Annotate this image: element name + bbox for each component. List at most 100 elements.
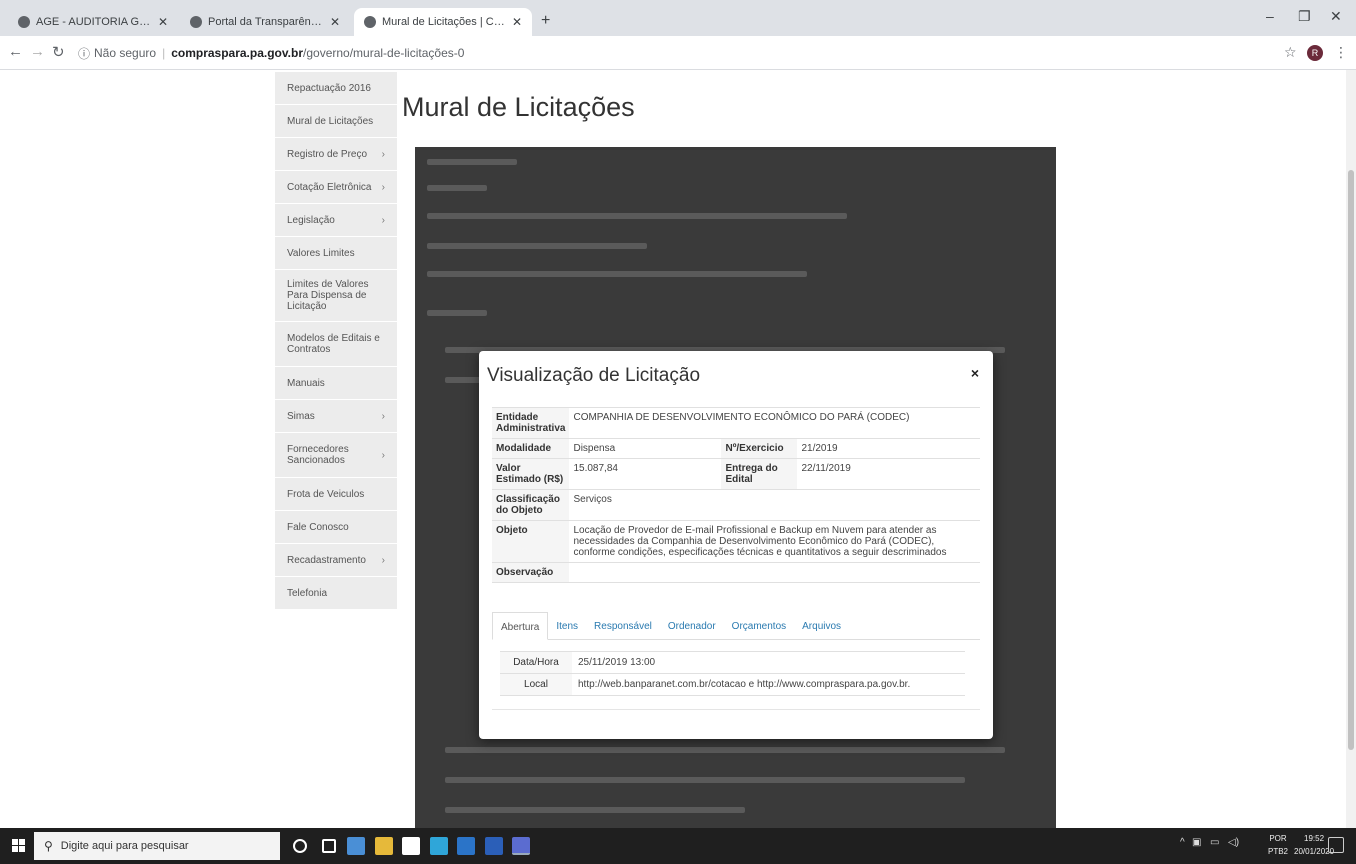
chevron-right-icon: › bbox=[381, 148, 385, 160]
window-close-icon[interactable]: ✕ bbox=[1330, 8, 1342, 25]
classificacao-value: Serviços bbox=[569, 489, 980, 521]
windows-start-icon[interactable] bbox=[12, 839, 26, 853]
profile-avatar[interactable]: R bbox=[1307, 45, 1323, 61]
tray-app-icon[interactable]: ▣ bbox=[1192, 837, 1201, 848]
scrollbar-thumb[interactable] bbox=[1348, 170, 1354, 750]
close-tab-icon[interactable]: ✕ bbox=[158, 15, 168, 29]
table-row: Objeto Locação de Provedor de E-mail Pro… bbox=[492, 520, 980, 563]
browser-tab-active[interactable]: Mural de Licitações | Compras P ✕ bbox=[354, 8, 532, 36]
lang-line2: PTB2 bbox=[1268, 847, 1289, 856]
store-icon[interactable] bbox=[375, 837, 393, 855]
back-icon[interactable]: ← bbox=[8, 43, 23, 60]
cortana-icon[interactable] bbox=[293, 839, 307, 853]
minimize-icon[interactable]: – bbox=[1266, 8, 1274, 24]
tab-orcamentos[interactable]: Orçamentos bbox=[724, 612, 794, 639]
network-icon[interactable]: ▭ bbox=[1210, 837, 1219, 848]
sidebar-item-valores-limites[interactable]: Valores Limites bbox=[275, 237, 397, 269]
tab-abertura[interactable]: Abertura bbox=[492, 612, 549, 640]
sidebar-item-frota[interactable]: Frota de Veiculos bbox=[275, 478, 397, 510]
favicon-icon bbox=[18, 16, 30, 28]
sidebar-item-recadastramento[interactable]: Recadastramento › bbox=[275, 544, 397, 576]
sidebar-item-manuais[interactable]: Manuais bbox=[275, 367, 397, 399]
datahora-value: 25/11/2019 13:00 bbox=[572, 651, 965, 674]
divider bbox=[492, 709, 980, 710]
sidebar-item-label: Manuais bbox=[287, 377, 325, 389]
sidebar-menu: Repactuação 2016 Mural de Licitações Reg… bbox=[275, 72, 397, 610]
local-label: Local bbox=[500, 673, 572, 696]
sidebar-item-label: Telefonia bbox=[287, 587, 328, 599]
sidebar-item-registro-preco[interactable]: Registro de Preço › bbox=[275, 138, 397, 170]
tab-itens[interactable]: Itens bbox=[548, 612, 586, 639]
objeto-label: Objeto bbox=[492, 520, 570, 563]
tab-arquivos[interactable]: Arquivos bbox=[794, 612, 849, 639]
mail-icon[interactable] bbox=[402, 837, 420, 855]
sidebar-item-repactuacao[interactable]: Repactuação 2016 bbox=[275, 72, 397, 104]
sidebar-item-label: Frota de Veiculos bbox=[287, 488, 365, 500]
browser-toolbar: ← → ↻ ⓘ Não seguro | compraspara.pa.gov.… bbox=[0, 36, 1356, 70]
chevron-right-icon: › bbox=[381, 214, 385, 226]
desktop-app-icon[interactable] bbox=[347, 837, 365, 855]
modal-tabs: Abertura Itens Responsável Ordenador Orç… bbox=[492, 612, 980, 640]
restore-icon[interactable]: ❐ bbox=[1298, 8, 1311, 25]
sidebar-item-mural[interactable]: Mural de Licitações bbox=[275, 105, 397, 137]
entrega-label: Entrega do Edital bbox=[721, 458, 798, 490]
dimmed-row bbox=[427, 213, 847, 219]
sidebar-item-telefonia[interactable]: Telefonia bbox=[275, 577, 397, 609]
page-title: Mural de Licitações bbox=[402, 92, 635, 122]
menu-kebab-icon[interactable]: ⋮ bbox=[1334, 44, 1348, 61]
tab-responsavel[interactable]: Responsável bbox=[586, 612, 660, 639]
dimmed-row bbox=[427, 243, 647, 249]
separator: | bbox=[162, 46, 166, 60]
browser-tab-title: AGE - AUDITORIA GERAL DO ES bbox=[36, 16, 152, 28]
sidebar-item-simas[interactable]: Simas › bbox=[275, 400, 397, 432]
lync-icon[interactable] bbox=[430, 837, 448, 855]
dimmed-row bbox=[445, 807, 745, 813]
modalidade-value: Dispensa bbox=[569, 438, 722, 459]
sidebar-item-modelos[interactable]: Modelos de Editais e Contratos bbox=[275, 322, 397, 366]
sidebar-item-label: Fornecedores Sancionados bbox=[287, 444, 349, 466]
licitacao-info-table: Entidade Administrativa COMPANHIA DE DES… bbox=[492, 407, 980, 583]
table-row: Entidade Administrativa COMPANHIA DE DES… bbox=[492, 407, 980, 439]
table-row: Observação bbox=[492, 562, 980, 583]
page-scrollbar[interactable] bbox=[1346, 70, 1356, 828]
sidebar-item-limites-dispensa[interactable]: Limites de Valores Para Dispensa de Lici… bbox=[275, 270, 397, 321]
tray-up-icon[interactable]: ^ bbox=[1180, 837, 1185, 848]
sidebar-item-fornecedores[interactable]: Fornecedores Sancionados › bbox=[275, 433, 397, 477]
url-path: /governo/mural-de-licitações-0 bbox=[303, 46, 465, 60]
classificacao-label: Classificação do Objeto bbox=[492, 489, 570, 521]
chrome-icon[interactable] bbox=[512, 837, 530, 855]
close-tab-icon[interactable]: ✕ bbox=[330, 15, 340, 29]
info-icon[interactable]: ⓘ bbox=[78, 45, 90, 62]
word-icon[interactable] bbox=[485, 837, 503, 855]
chevron-right-icon: › bbox=[381, 410, 385, 422]
modal-title: Visualização de Licitação bbox=[487, 365, 701, 386]
reload-icon[interactable]: ↻ bbox=[52, 43, 65, 61]
browser-tab-title: Mural de Licitações | Compras P bbox=[382, 16, 506, 28]
browser-tab[interactable]: AGE - AUDITORIA GERAL DO ES ✕ bbox=[8, 8, 178, 36]
bookmark-star-icon[interactable]: ☆ bbox=[1284, 44, 1297, 61]
browser-tab[interactable]: Portal da Transparência ✕ bbox=[180, 8, 350, 36]
sidebar-item-label: Limites de Valores Para Dispensa de Lici… bbox=[287, 279, 369, 312]
forward-icon[interactable]: → bbox=[30, 43, 45, 60]
sidebar-item-fale-conosco[interactable]: Fale Conosco bbox=[275, 511, 397, 543]
volume-icon[interactable]: ◁) bbox=[1228, 837, 1239, 848]
new-tab-icon[interactable]: + bbox=[541, 12, 550, 30]
browser-tab-strip: AGE - AUDITORIA GERAL DO ES ✕ Portal da … bbox=[0, 0, 1356, 36]
entrega-value: 22/11/2019 bbox=[797, 458, 980, 490]
edge-icon[interactable] bbox=[457, 837, 475, 855]
modal-close-icon[interactable]: × bbox=[971, 365, 979, 381]
taskbar-search-input[interactable]: ⚲ Digite aqui para pesquisar bbox=[34, 832, 280, 860]
sidebar-item-label: Simas bbox=[287, 410, 315, 422]
sidebar-item-label: Valores Limites bbox=[287, 247, 355, 259]
close-tab-icon[interactable]: ✕ bbox=[512, 15, 522, 29]
sidebar-item-legislacao[interactable]: Legislação › bbox=[275, 204, 397, 236]
task-view-icon[interactable] bbox=[322, 839, 336, 853]
chevron-right-icon: › bbox=[381, 449, 385, 461]
address-bar[interactable]: ⓘ Não seguro | compraspara.pa.gov.br /go… bbox=[78, 41, 1258, 65]
language-indicator[interactable]: POR PTB2 bbox=[1268, 832, 1288, 858]
tab-ordenador[interactable]: Ordenador bbox=[660, 612, 724, 639]
notification-icon[interactable] bbox=[1328, 837, 1344, 853]
sidebar-item-cotacao[interactable]: Cotação Eletrônica › bbox=[275, 171, 397, 203]
abertura-table: Data/Hora 25/11/2019 13:00 Local http://… bbox=[500, 651, 965, 696]
search-placeholder: Digite aqui para pesquisar bbox=[60, 840, 189, 852]
